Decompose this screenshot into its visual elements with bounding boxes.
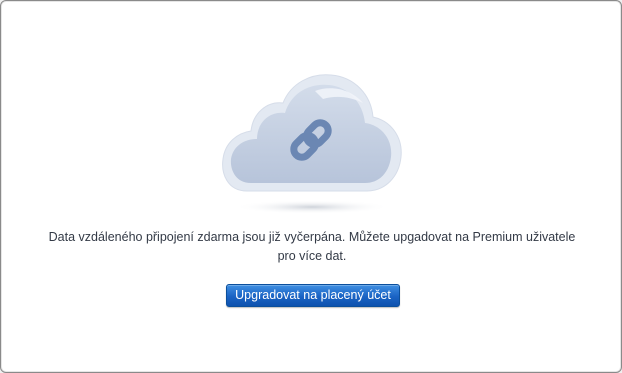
quota-exhausted-dialog: Data vzdáleného připojení zdarma jsou ji… (0, 0, 622, 373)
cloud-shadow (234, 200, 390, 214)
upgrade-to-paid-button[interactable]: Upgradovat na placený účet (226, 284, 400, 307)
quota-message: Data vzdáleného připojení zdarma jsou ji… (48, 230, 576, 263)
cloud-link-illustration (219, 69, 405, 217)
cloud-link-icon (222, 74, 402, 214)
